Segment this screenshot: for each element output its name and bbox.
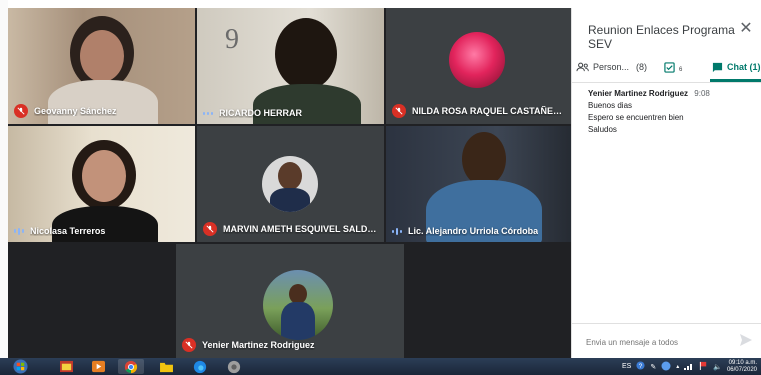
taskbar-app-tool[interactable] xyxy=(222,359,246,374)
participant-avatar xyxy=(449,32,505,88)
tab-tasks[interactable]: 6 xyxy=(664,52,682,82)
close-icon: ✕ xyxy=(739,20,753,37)
people-icon xyxy=(576,62,589,72)
taskbar-app-explorer[interactable] xyxy=(154,359,178,374)
tab-people-count: (8) xyxy=(636,62,648,72)
participant-name: MARVIN AMETH ESQUIVEL SALDAÑA xyxy=(223,224,378,234)
participant-name: NILDA ROSA RAQUEL CASTAÑEDA DE S... xyxy=(412,106,565,116)
tab-people[interactable]: Person... (8) xyxy=(576,52,647,82)
system-clock[interactable]: 09:10 a.m. 06/07/2020 xyxy=(727,360,757,374)
participant-tile[interactable]: 9 RICARDO HERRAR xyxy=(197,8,384,124)
svg-text:?: ? xyxy=(639,363,643,370)
windows-logo-icon xyxy=(12,359,28,374)
participant-tile[interactable]: Nicolasa Terreros xyxy=(8,126,195,242)
chrome-icon xyxy=(124,360,138,373)
participant-label: MARVIN AMETH ESQUIVEL SALDAÑA xyxy=(203,222,378,236)
participant-label: Yenier Martinez Rodriguez xyxy=(182,338,315,352)
clock-time: 09:10 a.m. xyxy=(728,359,757,366)
participant-tile[interactable]: MARVIN AMETH ESQUIVEL SALDAÑA xyxy=(197,126,384,242)
chat-input[interactable] xyxy=(584,332,733,352)
message-time: 9:08 xyxy=(694,89,710,98)
participant-label: RICARDO HERRAR xyxy=(203,108,302,118)
panel-tabs: Person... (8) 6 Chat (1) xyxy=(572,52,761,83)
pen-icon[interactable]: ✎ xyxy=(650,363,656,371)
mic-off-icon xyxy=(182,338,196,352)
chat-compose xyxy=(572,323,761,359)
taskbar: ES ? ✎ ▴ 🔈 09:10 a.m. 06/07/2020 xyxy=(0,358,761,375)
participant-label: NILDA ROSA RAQUEL CASTAÑEDA DE S... xyxy=(392,104,565,118)
meeting-window: Geovanny Sánchez 9 RICARDO HERRAR NILDA … xyxy=(0,0,761,375)
volume-icon[interactable]: 🔈 xyxy=(713,363,722,371)
close-button[interactable]: ✕ xyxy=(736,18,756,38)
audio-active-icon xyxy=(14,227,24,235)
chevron-up-icon[interactable]: ▴ xyxy=(676,363,679,370)
participant-name: Nicolasa Terreros xyxy=(30,226,106,236)
calendar-app-icon xyxy=(59,360,73,373)
task-checkbox-icon xyxy=(664,61,675,73)
message-line: Buenos dias xyxy=(588,101,633,110)
participant-label: Nicolasa Terreros xyxy=(14,226,105,236)
tab-chat-label: Chat (1) xyxy=(727,62,761,72)
chat-message: Yenier Martinez Rodriguez 9:08 Buenos di… xyxy=(588,88,756,136)
chat-icon xyxy=(712,62,723,72)
help-icon[interactable]: ? xyxy=(636,361,645,372)
window-edge xyxy=(0,0,8,358)
audio-active-icon xyxy=(392,227,402,235)
tab-chat[interactable]: Chat (1) xyxy=(712,52,761,82)
participant-label: Geovanny Sánchez xyxy=(14,104,117,118)
participant-name: Yenier Martinez Rodriguez xyxy=(202,340,315,350)
participant-video xyxy=(386,126,571,242)
network-icon[interactable] xyxy=(684,362,694,372)
mic-off-icon xyxy=(392,104,406,118)
participant-tile[interactable]: Yenier Martinez Rodriguez xyxy=(176,244,404,358)
message-line: Saludos xyxy=(588,125,617,134)
participant-tile[interactable]: Lic. Alejandro Urriola Córdoba xyxy=(386,126,571,242)
system-tray: ES ? ✎ ▴ 🔈 09:10 a.m. 06/07/2020 xyxy=(622,358,757,375)
participant-tile[interactable]: NILDA ROSA RAQUEL CASTAÑEDA DE S... xyxy=(386,8,571,124)
participant-label: Lic. Alejandro Urriola Córdoba xyxy=(392,226,538,236)
clock-date: 06/07/2020 xyxy=(726,366,757,373)
participant-avatar xyxy=(263,270,333,340)
edge-icon xyxy=(193,360,207,373)
tab-people-label: Person... xyxy=(593,62,630,72)
send-icon[interactable] xyxy=(738,332,754,348)
participant-name: RICARDO HERRAR xyxy=(219,108,302,118)
message-line: Espero se encuentren bien xyxy=(588,113,684,122)
mic-off-icon xyxy=(203,222,217,236)
participant-tile[interactable]: Geovanny Sánchez xyxy=(8,8,195,124)
start-button[interactable] xyxy=(8,359,32,374)
side-panel: Reunion Enlaces Programa SEV ✕ Person...… xyxy=(571,8,761,358)
taskbar-app-calendar[interactable] xyxy=(54,359,78,374)
audio-active-icon xyxy=(203,111,213,115)
mic-off-icon xyxy=(14,104,28,118)
participant-video: 9 xyxy=(197,8,384,124)
folder-icon xyxy=(159,362,173,372)
message-sender: Yenier Martinez Rodriguez xyxy=(588,89,689,98)
video-grid: Geovanny Sánchez 9 RICARDO HERRAR NILDA … xyxy=(8,8,571,358)
media-player-icon xyxy=(91,360,105,373)
participant-name: Lic. Alejandro Urriola Córdoba xyxy=(408,226,539,236)
taskbar-app-media[interactable] xyxy=(86,359,110,374)
active-tab-indicator xyxy=(710,79,761,82)
participant-avatar xyxy=(262,156,318,212)
notification-shield-icon[interactable] xyxy=(661,361,671,373)
taskbar-app-chrome[interactable] xyxy=(118,359,144,374)
flag-icon[interactable] xyxy=(699,361,708,372)
participant-video xyxy=(8,126,195,242)
tab-tasks-count: 6 xyxy=(679,67,683,73)
tool-app-icon xyxy=(227,360,241,373)
taskbar-app-edge[interactable] xyxy=(188,359,212,374)
language-indicator[interactable]: ES xyxy=(622,363,631,370)
participant-name: Geovanny Sánchez xyxy=(34,106,117,116)
